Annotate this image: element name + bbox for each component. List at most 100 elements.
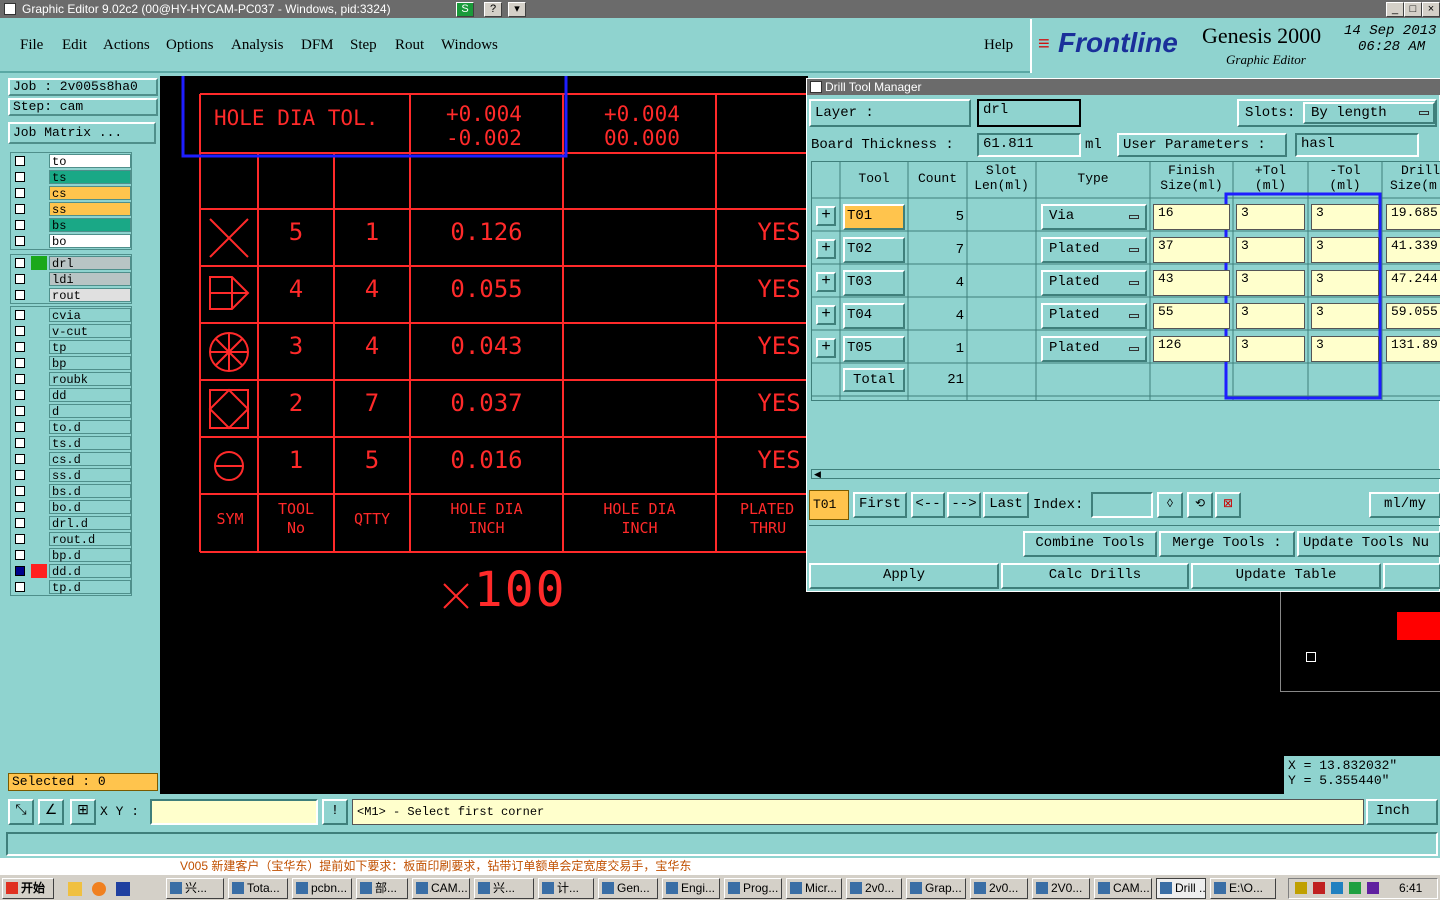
tool-type-select[interactable]: Via — [1041, 204, 1147, 230]
layer-name[interactable]: bs — [49, 218, 131, 233]
first-button[interactable]: First — [853, 492, 907, 518]
layer-name[interactable]: bo — [49, 234, 131, 249]
layer-checkbox[interactable] — [15, 374, 25, 384]
finish-size-input[interactable]: 37 — [1153, 237, 1230, 263]
finish-size-input[interactable]: 126 — [1153, 336, 1230, 362]
app-icon[interactable] — [116, 882, 130, 896]
layer-checkbox[interactable] — [15, 534, 25, 544]
plus-tol-input[interactable]: 3 — [1236, 237, 1305, 263]
close-button[interactable]: × — [1422, 2, 1440, 17]
layer-name[interactable]: tp.d — [49, 580, 131, 595]
task-button[interactable]: 部... — [356, 878, 408, 899]
tool-type-select[interactable]: Plated — [1041, 237, 1147, 263]
layer-checkbox[interactable] — [15, 422, 25, 432]
units-inch-select[interactable]: Inch — [1366, 799, 1438, 825]
layer-checkbox[interactable] — [15, 486, 25, 496]
layer-checkbox[interactable] — [15, 438, 25, 448]
task-button[interactable]: 2v0... — [970, 878, 1028, 899]
tool-id[interactable]: T04 — [843, 303, 905, 329]
layer-row-ldi[interactable]: ldi — [11, 271, 131, 287]
apply-button[interactable]: Apply — [809, 563, 999, 589]
layer-name[interactable]: dd — [49, 388, 131, 403]
layer-row-ts-d[interactable]: ts.d — [11, 435, 131, 451]
layer-name[interactable]: cs.d — [49, 452, 131, 467]
finish-size-input[interactable]: 55 — [1153, 303, 1230, 329]
layer-name[interactable]: bp — [49, 356, 131, 371]
refresh-icon[interactable]: ⟲ — [1187, 492, 1213, 518]
tray-icon-2[interactable] — [1313, 882, 1325, 894]
layer-name[interactable]: ts — [49, 170, 131, 185]
layer-row-cs[interactable]: cs — [11, 185, 131, 201]
layer-row-to[interactable]: to — [11, 153, 131, 169]
task-button[interactable]: Gen... — [598, 878, 658, 899]
message-field[interactable] — [6, 832, 1438, 856]
minus-tol-input[interactable]: 3 — [1311, 204, 1379, 230]
layer-field[interactable]: drl — [977, 99, 1081, 127]
task-button[interactable]: Tota... — [228, 878, 288, 899]
expand-row-icon[interactable]: + — [816, 206, 836, 226]
task-button[interactable]: E:\O... — [1210, 878, 1276, 899]
layer-checkbox[interactable] — [15, 342, 25, 352]
layer-row-drl-d[interactable]: drl.d — [11, 515, 131, 531]
layer-row-rout[interactable]: rout — [11, 287, 131, 303]
expand-row-icon[interactable]: + — [816, 305, 836, 325]
calc-drills-button[interactable]: Calc Drills — [1001, 563, 1189, 589]
task-button[interactable]: 兴... — [474, 878, 534, 899]
menu-rout[interactable]: Rout — [395, 37, 424, 54]
menu-windows[interactable]: Windows — [441, 37, 498, 54]
grid-icon[interactable]: ⊞ — [70, 799, 96, 825]
tray-icon-1[interactable] — [1295, 882, 1307, 894]
tool-id[interactable]: T05 — [843, 336, 905, 362]
info-icon[interactable]: ! — [322, 799, 348, 825]
layer-name[interactable]: ts.d — [49, 436, 131, 451]
layer-checkbox[interactable] — [15, 236, 25, 246]
task-button[interactable]: CAM... — [412, 878, 470, 899]
layer-row-bp-d[interactable]: bp.d — [11, 547, 131, 563]
task-button[interactable]: Drill ... — [1156, 878, 1206, 899]
scroll-left-icon[interactable]: ◀ — [814, 470, 821, 479]
layer-name[interactable]: cs — [49, 186, 131, 201]
drill-size-input[interactable]: 47.244 — [1386, 270, 1440, 296]
dropdown-icon[interactable]: ▾ — [508, 2, 526, 17]
browser-icon[interactable] — [92, 882, 106, 896]
layer-name[interactable]: to — [49, 154, 131, 169]
layer-row-dd[interactable]: dd — [11, 387, 131, 403]
plus-tol-input[interactable]: 3 — [1236, 270, 1305, 296]
layer-checkbox[interactable] — [15, 220, 25, 230]
layer-row-rout-d[interactable]: rout.d — [11, 531, 131, 547]
layer-row-bs-d[interactable]: bs.d — [11, 483, 131, 499]
tool-type-select[interactable]: Plated — [1041, 336, 1147, 362]
s-icon[interactable]: S — [456, 2, 474, 17]
layer-row-bo-d[interactable]: bo.d — [11, 499, 131, 515]
layer-row-cvia[interactable]: cvia — [11, 307, 131, 323]
layer-checkbox[interactable] — [15, 326, 25, 336]
layer-checkbox[interactable] — [15, 358, 25, 368]
graphic-canvas-lower[interactable]: X = 13.832032" Y = 5.355440" — [808, 592, 1440, 794]
layer-checkbox[interactable] — [15, 258, 25, 268]
minus-tol-input[interactable]: 3 — [1311, 336, 1379, 362]
drill-size-input[interactable]: 131.89 — [1386, 336, 1440, 362]
minimize-button[interactable]: _ — [1386, 2, 1404, 17]
layer-name[interactable]: cvia — [49, 308, 131, 323]
layer-checkbox[interactable] — [15, 156, 25, 166]
tray-icon-5[interactable] — [1367, 882, 1379, 894]
layer-checkbox[interactable] — [15, 454, 25, 464]
layer-checkbox[interactable] — [15, 274, 25, 284]
layer-row-bp[interactable]: bp — [11, 355, 131, 371]
menu-help[interactable]: Help — [984, 37, 1013, 54]
task-button[interactable]: 兴... — [166, 878, 224, 899]
drill-size-input[interactable]: 19.685 — [1386, 204, 1440, 230]
index-field[interactable] — [1091, 492, 1153, 518]
prev-button[interactable]: <-- — [911, 492, 945, 518]
minus-tol-input[interactable]: 3 — [1311, 270, 1379, 296]
drill-size-input[interactable]: 59.055 — [1386, 303, 1440, 329]
tool-id[interactable]: T02 — [843, 237, 905, 263]
layer-name[interactable]: dd.d — [49, 564, 131, 579]
layer-row-cs-d[interactable]: cs.d — [11, 451, 131, 467]
menu-options[interactable]: Options — [166, 37, 214, 54]
next-button[interactable]: --> — [947, 492, 981, 518]
layer-name[interactable]: drl — [49, 256, 131, 271]
layer-name[interactable]: roubk — [49, 372, 131, 387]
layer-row-ss[interactable]: ss — [11, 201, 131, 217]
task-button[interactable]: Prog... — [724, 878, 782, 899]
